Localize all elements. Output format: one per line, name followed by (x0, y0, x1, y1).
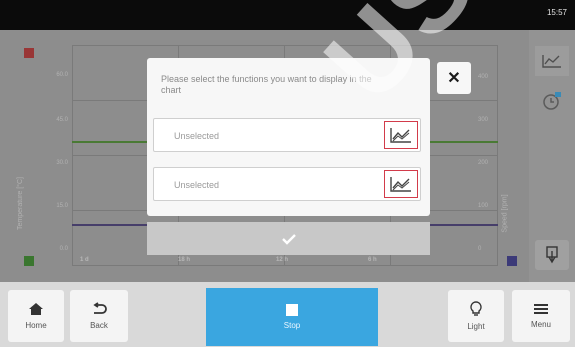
back-label: Back (90, 321, 108, 330)
dialog-message: Please select the functions you want to … (161, 74, 372, 95)
stop-icon (286, 304, 298, 316)
select-function-button[interactable] (384, 170, 418, 198)
close-icon: ✕ (447, 70, 461, 87)
menu-label: Menu (530, 320, 551, 329)
menu-button[interactable]: Menu (512, 290, 570, 342)
back-button[interactable]: Back (70, 290, 128, 342)
stop-button[interactable]: Stop (206, 288, 378, 346)
lightbulb-icon (470, 301, 482, 316)
function-select-label: Unselected (174, 180, 220, 190)
home-icon (29, 303, 43, 315)
close-dialog-button[interactable]: ✕ (437, 62, 471, 94)
home-label: Home (25, 321, 47, 330)
line-chart-icon (390, 128, 411, 143)
home-button[interactable]: Home (8, 290, 64, 342)
status-time: 15:57 (546, 8, 567, 17)
light-button[interactable]: Light (448, 290, 504, 342)
light-label: Light (467, 322, 485, 331)
line-chart-icon (390, 177, 411, 192)
select-function-button[interactable] (384, 121, 418, 149)
hamburger-menu-icon (534, 304, 548, 314)
chart-function-dialog: Please select the functions you want to … (147, 58, 430, 216)
stop-label: Stop (283, 321, 301, 330)
function-select-row[interactable]: Unselected (153, 167, 421, 201)
device-screen: 15:57 60.0 45.0 30.0 15.0 0.0 400 300 20… (0, 0, 575, 347)
back-arrow-icon (93, 302, 107, 314)
function-select-label: Unselected (174, 131, 220, 141)
checkmark-icon (281, 233, 296, 245)
function-select-row[interactable]: Unselected (153, 118, 421, 152)
status-bar: 15:57 (0, 0, 575, 30)
confirm-button[interactable] (147, 222, 430, 255)
